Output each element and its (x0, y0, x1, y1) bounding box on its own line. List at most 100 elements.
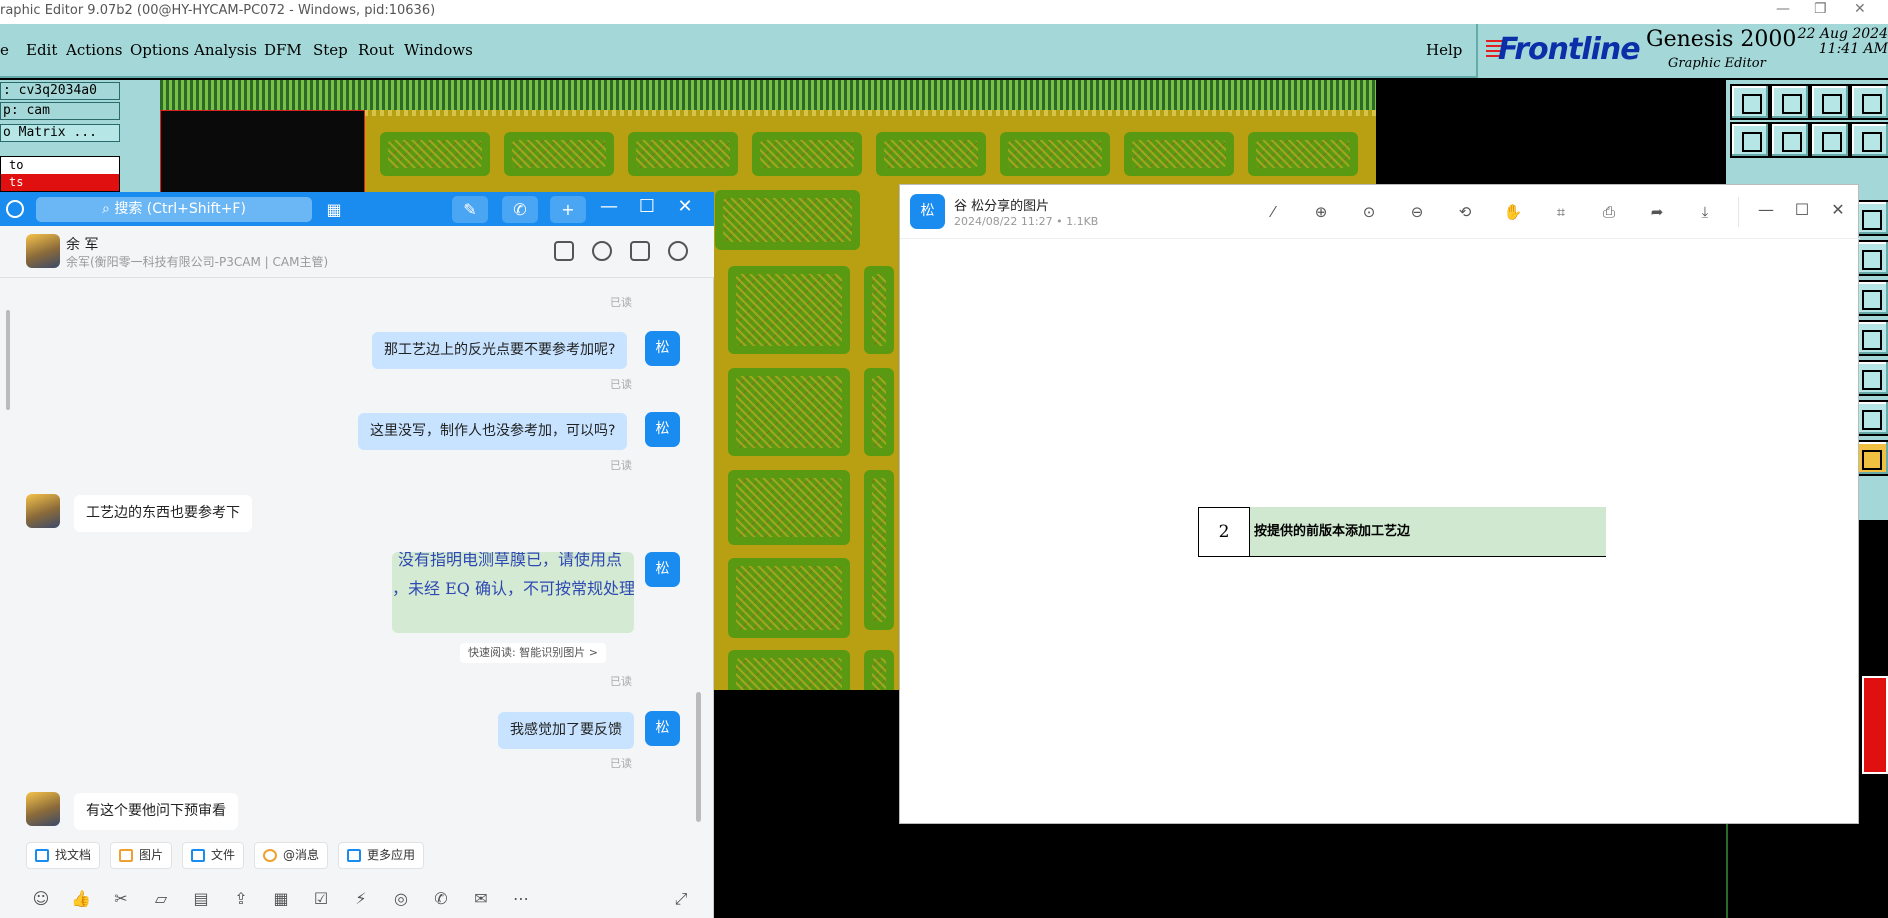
calendar-icon[interactable]: ▦ (270, 888, 292, 910)
mail-icon[interactable]: ✉ (470, 888, 492, 910)
expand-icon[interactable]: ⤢ (670, 888, 692, 910)
toolbar-button-icon[interactable] (1730, 122, 1770, 158)
share-icon[interactable]: ➦ (1646, 201, 1668, 223)
add-user-icon[interactable] (592, 241, 612, 261)
menu-edit[interactable]: Edit (26, 41, 57, 59)
layer-list[interactable]: to ts (0, 156, 120, 192)
image-button[interactable]: 图片 (110, 842, 173, 869)
search-history-icon[interactable] (630, 241, 650, 261)
toolbar-button-icon[interactable] (1810, 84, 1850, 120)
menu-options[interactable]: Options (130, 41, 189, 59)
message-bubble[interactable]: 那工艺边上的反光点要不要参考加呢? (372, 332, 628, 369)
at-icon (263, 849, 277, 862)
sender-avatar[interactable]: 松 (910, 194, 945, 229)
minimize-icon[interactable]: — (1754, 200, 1778, 219)
find-document-button[interactable]: 找文档 (26, 842, 101, 869)
menu-actions[interactable]: Actions (66, 41, 122, 59)
layer-list-item[interactable]: to (1, 157, 119, 174)
contact-avatar[interactable] (26, 494, 60, 528)
history-icon[interactable] (6, 200, 24, 218)
close-icon[interactable]: ✕ (670, 196, 700, 217)
menu-dfm[interactable]: DFM (264, 41, 302, 59)
more-icon[interactable]: ⋯ (510, 888, 532, 910)
toolbar-button-icon[interactable] (1770, 122, 1810, 158)
toolbar-button-icon[interactable] (1810, 122, 1850, 158)
rotate-icon[interactable]: ⟲ (1454, 201, 1476, 223)
my-avatar[interactable]: 松 (645, 331, 680, 366)
message-bubble[interactable]: 我感觉加了要反馈 (498, 712, 634, 749)
minimize-icon[interactable]: — (594, 196, 624, 217)
zoom-out-icon[interactable]: ⊖ (1406, 201, 1428, 223)
my-avatar[interactable]: 松 (645, 552, 680, 587)
close-icon[interactable]: ✕ (1826, 200, 1850, 219)
matrix-button[interactable]: o Matrix ... (0, 124, 120, 142)
screen-share-icon[interactable]: ◎ (390, 888, 412, 910)
image-text: 没有指明电测草膜已，请使用点 (398, 552, 623, 569)
divider (1726, 820, 1728, 918)
bolt-icon[interactable]: ⚡ (350, 888, 372, 910)
menu-analysis[interactable]: Analysis (194, 41, 257, 59)
toolbar-button-icon[interactable] (1770, 84, 1810, 120)
pcb-board (728, 650, 850, 690)
upload-icon[interactable]: ⇪ (230, 888, 252, 910)
pcb-board (728, 558, 850, 638)
restore-icon[interactable]: ❐ (1814, 1, 1827, 17)
search-input[interactable]: ⌕ 搜索 (Ctrl+Shift+F) (36, 197, 312, 222)
contact-avatar[interactable] (26, 792, 60, 826)
folder-icon[interactable] (554, 241, 574, 261)
chat-scrollbar[interactable] (696, 692, 701, 822)
my-avatar[interactable]: 松 (645, 711, 680, 746)
rich-text-icon[interactable]: ▱ (150, 888, 172, 910)
task-icon[interactable]: ☑ (310, 888, 332, 910)
add-icon[interactable]: + (550, 196, 586, 223)
toolbar-button-icon[interactable] (1730, 84, 1770, 120)
shared-image-table: 2 按提供的前版本添加工艺边 (1198, 507, 1606, 557)
menu-file[interactable]: e (0, 41, 9, 59)
settings-icon[interactable] (668, 241, 688, 261)
like-icon[interactable]: 👍 (70, 888, 92, 910)
app-label: 文件 (211, 848, 236, 862)
left-scrollbar[interactable] (6, 310, 10, 410)
phone-icon[interactable]: ✆ (430, 888, 452, 910)
close-icon[interactable]: ✕ (1854, 1, 1866, 17)
note-icon[interactable]: ▤ (190, 888, 212, 910)
menu-windows[interactable]: Windows (404, 41, 473, 59)
message-bubble[interactable]: 这里没写，制作人也没参考加，可以吗? (358, 413, 628, 450)
magic-wand-icon[interactable]: ⁄ (1262, 201, 1284, 223)
apps-grid-icon[interactable]: ▦ (320, 196, 348, 223)
mention-button[interactable]: @消息 (254, 842, 329, 869)
emoji-icon[interactable]: ☺ (30, 888, 52, 910)
maximize-icon[interactable]: ☐ (632, 196, 662, 217)
message-bubble[interactable]: 工艺边的东西也要参考下 (74, 495, 252, 532)
download-icon[interactable]: ⤓ (1694, 201, 1716, 223)
message-bubble[interactable]: 有这个要他问下预审看 (74, 793, 238, 830)
genesis-window-title: raphic Editor 9.07b2 (00@HY-HYCAM-PC072 … (0, 3, 436, 18)
pcb-board (752, 132, 862, 176)
more-apps-button[interactable]: 更多应用 (338, 842, 425, 869)
step-field[interactable]: p: cam (0, 102, 120, 120)
quick-read-button[interactable]: 快速阅读: 智能识别图片 > (460, 643, 606, 663)
minimize-icon[interactable]: — (1776, 1, 1790, 17)
maximize-icon[interactable]: ☐ (1790, 200, 1814, 219)
toolbar-button-icon[interactable] (1850, 84, 1888, 120)
my-avatar[interactable]: 松 (645, 412, 680, 447)
scissors-icon[interactable]: ✂ (110, 888, 132, 910)
contact-avatar[interactable] (26, 234, 60, 268)
read-status: 已读 (610, 675, 632, 688)
hand-icon[interactable]: ✋ (1502, 201, 1524, 223)
menu-help[interactable]: Help (1426, 41, 1462, 59)
genesis-titlebar: raphic Editor 9.07b2 (00@HY-HYCAM-PC072 … (0, 0, 1888, 24)
menu-step[interactable]: Step (313, 41, 348, 59)
call-icon[interactable]: ✆ (502, 196, 538, 223)
file-button[interactable]: 文件 (182, 842, 245, 869)
zoom-in-icon[interactable]: ⊕ (1310, 201, 1332, 223)
ai-icon[interactable]: ✎ (452, 196, 488, 223)
image-message[interactable]: 没有指明电测草膜已，请使用点 ，未经 EQ 确认，不可按常规处理 (392, 552, 634, 633)
actual-size-icon[interactable]: ⊙ (1358, 201, 1380, 223)
toolbar-button-icon[interactable] (1850, 122, 1888, 158)
menu-rout[interactable]: Rout (358, 41, 394, 59)
job-field[interactable]: : cv3q2034a0 (0, 82, 120, 100)
layer-list-item[interactable]: ts (1, 174, 119, 191)
print-icon[interactable]: ⎙ (1598, 201, 1620, 223)
text-recognize-icon[interactable]: ⌗ (1550, 201, 1572, 223)
